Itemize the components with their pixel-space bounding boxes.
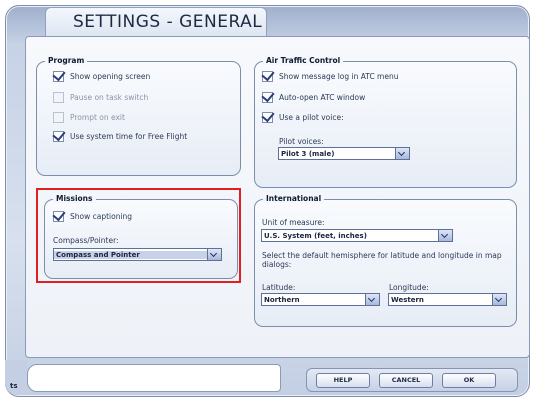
use-pilot-voice-label: Use a pilot voice: [279,113,344,122]
program-legend: Program [45,56,88,65]
checkbox-box[interactable] [53,71,64,82]
cancel-button[interactable]: CANCEL [379,373,433,388]
prompt-on-exit-checkbox[interactable]: Prompt on exit [53,112,125,123]
use-pilot-voice-checkbox[interactable]: Use a pilot voice: [262,112,344,123]
show-opening-screen-label: Show opening screen [70,72,151,81]
checkbox-box[interactable] [262,92,273,103]
auto-open-atc-label: Auto-open ATC window [279,93,366,102]
chevron-down-icon[interactable] [438,230,452,241]
longitude-value: Western [391,295,424,304]
longitude-label: Longitude: [389,283,429,292]
international-legend: International [263,194,325,203]
pause-on-task-switch-checkbox[interactable]: Pause on task switch [53,92,148,103]
missions-legend: Missions [53,194,96,203]
checkbox-box[interactable] [262,71,273,82]
page-title: SETTINGS - GENERAL [73,12,263,32]
prompt-on-exit-label: Prompt on exit [70,113,125,122]
unit-of-measure-label: Unit of measure: [262,218,325,227]
compass-pointer-label: Compass/Pointer: [53,236,119,245]
show-message-log-checkbox[interactable]: Show message log in ATC menu [262,71,399,82]
hemisphere-instructions: Select the default hemisphere for latitu… [262,251,502,269]
latitude-select[interactable]: Northern [261,293,380,306]
latitude-value: Northern [264,295,300,304]
pilot-voices-value: Pilot 3 (male) [281,149,335,158]
auto-open-atc-checkbox[interactable]: Auto-open ATC window [262,92,365,103]
chevron-down-icon[interactable] [492,294,506,305]
help-button[interactable]: HELP [316,373,370,388]
atc-legend: Air Traffic Control [263,56,344,65]
chevron-down-icon[interactable] [207,249,221,260]
ok-button[interactable]: OK [442,373,496,388]
checkbox-box[interactable] [53,211,64,222]
show-opening-screen-checkbox[interactable]: Show opening screen [53,71,150,82]
pilot-voices-label: Pilot voices: [279,137,324,146]
longitude-select[interactable]: Western [388,293,507,306]
chevron-down-icon[interactable] [395,148,409,159]
compass-pointer-select[interactable]: Compass and Pointer [53,248,222,261]
compass-pointer-value: Compass and Pointer [54,250,207,259]
unit-of-measure-value: U.S. System (feet, inches) [264,231,367,240]
status-box [27,364,281,392]
pilot-voices-select[interactable]: Pilot 3 (male) [278,147,410,160]
show-message-log-label: Show message log in ATC menu [279,72,399,81]
show-captioning-label: Show captioning [70,212,133,221]
use-system-time-label: Use system time for Free Flight [70,132,188,141]
checkbox-box[interactable] [262,112,273,123]
chevron-down-icon[interactable] [365,294,379,305]
latitude-label: Latitude: [262,283,296,292]
checkbox-box[interactable] [53,131,64,142]
use-system-time-checkbox[interactable]: Use system time for Free Flight [53,131,187,142]
unit-of-measure-select[interactable]: U.S. System (feet, inches) [261,229,453,242]
show-captioning-checkbox[interactable]: Show captioning [53,211,132,222]
checkbox-box[interactable] [53,92,64,103]
pause-on-task-switch-label: Pause on task switch [70,93,149,102]
bottom-left-tab-label: ts [10,382,18,390]
checkbox-box[interactable] [53,112,64,123]
